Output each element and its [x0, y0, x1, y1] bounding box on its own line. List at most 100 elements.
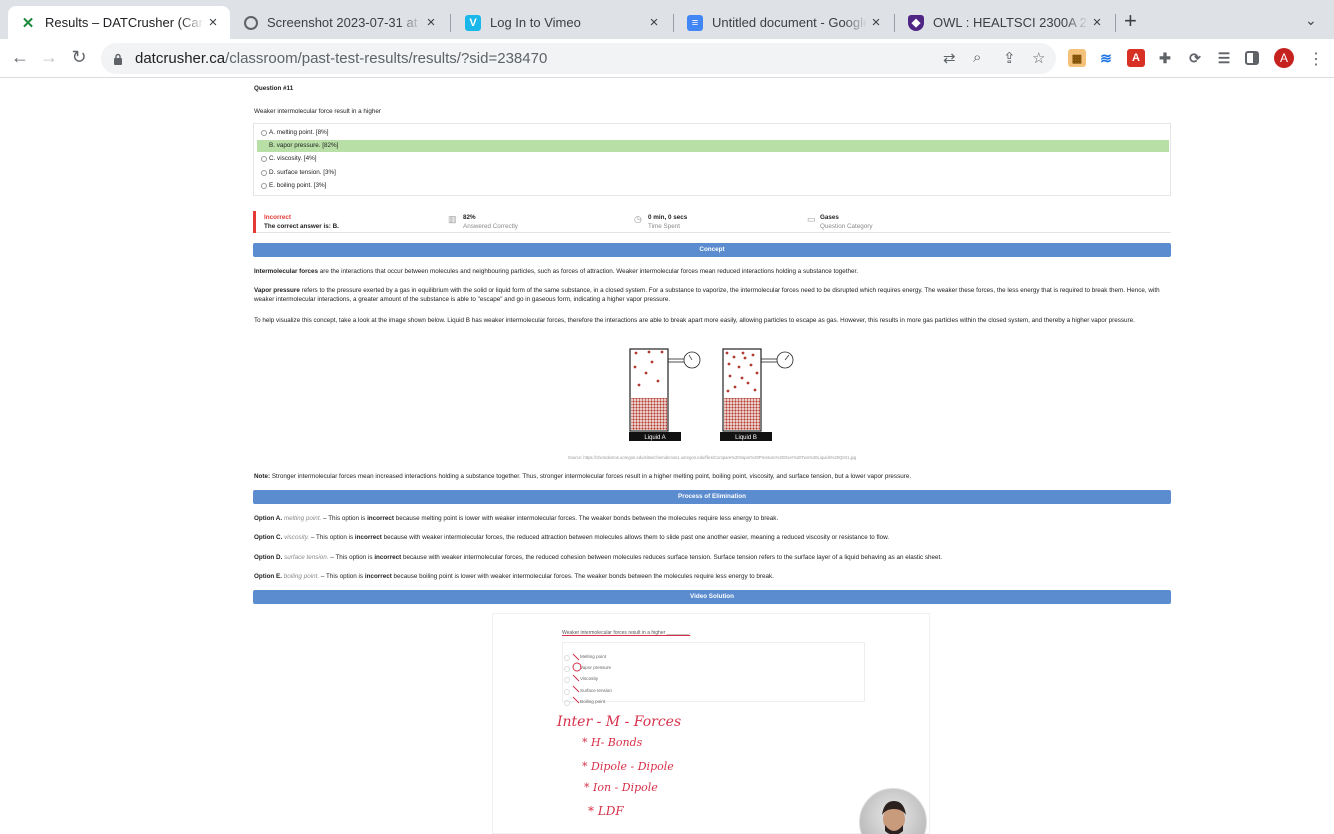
option-text: because boiling point is lower with weak… [391, 573, 774, 580]
percent-stat: 82% Answered Correctly [463, 213, 518, 231]
lock-icon [114, 53, 122, 65]
close-tab-icon[interactable]: × [645, 14, 663, 31]
paragraph-text: Stronger intermolecular forces mean incr… [270, 473, 912, 480]
choice-label: E. boiling point. [3%] [269, 182, 327, 190]
tab-datcrusher-results[interactable]: ✕ Results – DATCrusher (Canadian × [8, 6, 230, 39]
radio-icon [261, 183, 267, 189]
label-liquid-a: Liquid A [644, 435, 665, 441]
tab-vimeo[interactable]: V Log In to Vimeo × [453, 6, 671, 39]
new-tab-button[interactable]: + [1124, 10, 1137, 32]
radio-icon [261, 156, 267, 162]
url-host: datcrusher.ca [135, 50, 226, 67]
question-text: Weaker intermolecular force result in a … [254, 108, 381, 115]
category-value: Gases [820, 214, 839, 221]
option-label: Option E. [254, 573, 282, 580]
category-stat: Gases Question Category [820, 213, 873, 231]
bar-chart-icon: ▥ [448, 214, 457, 224]
puzzle-extensions-icon[interactable]: ✚ [1156, 49, 1174, 67]
elimination-option-e: Option E. boiling point. – This option i… [254, 572, 1170, 581]
close-tab-icon[interactable]: × [1088, 14, 1106, 31]
forward-arrow-icon[interactable]: → [38, 47, 60, 68]
time-stat: 0 min, 0 secs Time Spent [648, 213, 687, 231]
presenter-webcam-avatar [859, 788, 927, 834]
owl-shield-icon: ◆ [908, 14, 924, 31]
term-intermolecular-forces: Intermolecular forces [254, 268, 319, 275]
note-label: Note: [254, 473, 271, 480]
option-text: – This option is [309, 534, 355, 541]
tab-google-docs[interactable]: ≡ Untitled document - Google Do × [675, 6, 893, 39]
choice-a: A. melting point. [8%] [257, 127, 1169, 139]
container-liquid-a: Liquid A [629, 348, 701, 441]
share-icon[interactable]: ⇪ [1003, 49, 1016, 67]
concept-paragraph-1: Intermolecular forces are the interactio… [254, 267, 1170, 276]
vimeo-icon: V [465, 14, 481, 31]
radio-icon [564, 700, 570, 706]
url-path: /classroom/past-test-results/results/?si… [225, 50, 548, 67]
choice-label: D. surface tension. [3%] [269, 169, 336, 177]
page-content: Question #11 Weaker intermolecular force… [0, 78, 1334, 834]
paragraph-text: are the interactions that occur between … [318, 268, 859, 275]
reload-icon[interactable]: ↻ [68, 47, 90, 68]
choice-c: C. viscosity. [4%] [257, 153, 1169, 165]
more-menu-icon[interactable]: ⋮ [1308, 49, 1324, 69]
tab-title: Log In to Vimeo [490, 15, 581, 30]
reading-list-icon[interactable]: ☰ [1215, 49, 1233, 67]
translate-icon[interactable]: ⇄ [943, 49, 956, 67]
address-bar[interactable]: datcrusher.ca/classroom/past-test-result… [101, 43, 1056, 74]
tab-title: OWL : HEALTSCI 2300A 200 S [933, 15, 1088, 30]
radio-icon [564, 689, 570, 695]
note-paragraph: Note: Stronger intermolecular forces mea… [254, 472, 1170, 481]
status-stat: Incorrect The correct answer is: B. [264, 213, 339, 231]
calculator-extension-icon[interactable]: ▦ [1068, 49, 1086, 67]
time-label: Time Spent [648, 223, 680, 231]
tab-title: Untitled document - Google Do [712, 15, 867, 30]
tab-separator [673, 14, 674, 32]
option-verdict: incorrect [367, 515, 395, 522]
close-tab-icon[interactable]: × [867, 14, 885, 31]
back-arrow-icon[interactable]: ← [9, 47, 31, 68]
radio-icon [564, 655, 570, 661]
option-verdict: incorrect [364, 573, 392, 580]
image-source: Source: https://chemdemos.uoregon.edu/si… [567, 455, 857, 460]
handwritten-note: Inter - M - Forces [557, 714, 682, 730]
globe-icon [244, 15, 258, 30]
label-liquid-b: Liquid B [735, 435, 757, 441]
side-panel-icon[interactable] [1245, 51, 1259, 65]
radio-icon [261, 143, 267, 149]
option-label: Option C. [254, 534, 283, 541]
choice-b: B. vapor pressure. [82%] [257, 140, 1169, 152]
choice-label: C. viscosity. [4%] [269, 155, 317, 163]
option-choice: melting point. [283, 515, 322, 522]
close-tab-icon[interactable]: × [422, 14, 440, 31]
elimination-option-d: Option D. surface tension. – This option… [254, 553, 1170, 562]
tab-title: Screenshot 2023-07-31 at 5.0 [267, 15, 422, 30]
profile-avatar[interactable]: A [1274, 48, 1294, 68]
option-label: Option A. [254, 515, 283, 522]
handwritten-note: * Dipole - Dipole [582, 760, 674, 773]
datcrusher-x-icon: ✕ [21, 14, 35, 32]
option-choice: boiling point. [283, 573, 320, 580]
category-label: Question Category [820, 223, 873, 231]
speed-extension-icon[interactable]: ⟳ [1186, 49, 1204, 67]
zoom-icon[interactable]: ⌕ [973, 49, 981, 66]
handwritten-note: * Ion - Dipole [584, 781, 658, 794]
pdf-extension-icon[interactable]: A [1127, 49, 1145, 67]
tab-owl[interactable]: ◆ OWL : HEALTSCI 2300A 200 S × [896, 6, 1114, 39]
tab-screenshot[interactable]: Screenshot 2023-07-31 at 5.0 × [232, 6, 448, 39]
answer-choices: A. melting point. [8%] B. vapor pressure… [253, 123, 1171, 196]
elimination-option-c: Option C. viscosity. – This option is in… [254, 533, 1170, 542]
radio-icon [564, 666, 570, 672]
google-docs-icon: ≡ [687, 14, 703, 31]
wave-extension-icon[interactable]: ≋ [1097, 49, 1115, 67]
close-tab-icon[interactable]: × [204, 14, 222, 31]
option-verdict: incorrect [354, 534, 382, 541]
option-text: because with weaker intermolecular force… [381, 534, 890, 541]
handwritten-note: * LDF [588, 804, 624, 818]
calendar-icon: ▭ [807, 214, 816, 224]
tab-search-chevron-icon[interactable]: ⌄ [1305, 12, 1317, 29]
video-solution-player[interactable]: Weaker intermolecular forces result in a… [492, 613, 930, 834]
option-text: because melting point is lower with weak… [394, 515, 779, 522]
bookmark-star-icon[interactable]: ☆ [1032, 49, 1045, 67]
concept-paragraph-3: To help visualize this concept, take a l… [254, 317, 1135, 324]
tab-separator [450, 14, 451, 32]
